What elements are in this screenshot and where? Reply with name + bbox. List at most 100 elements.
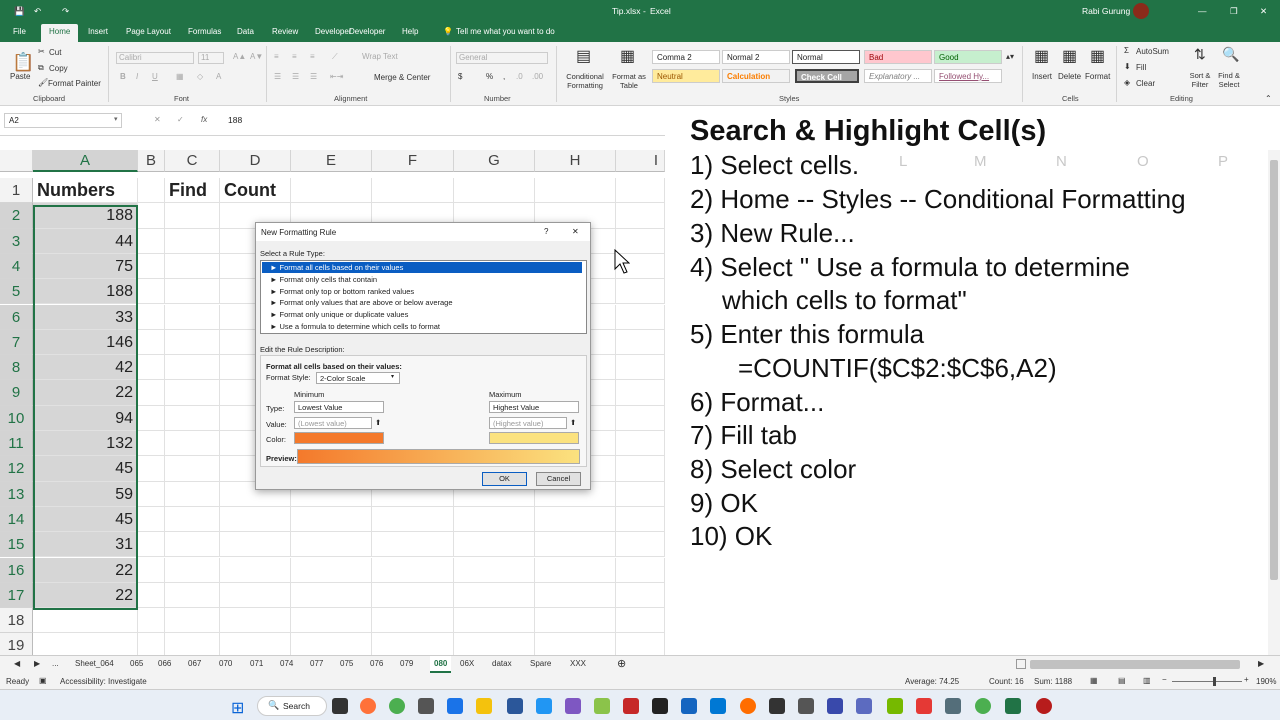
format-as-table-button[interactable]: Format as Table [610,72,648,90]
cell[interactable] [220,582,291,609]
sheet-tab[interactable]: ... [52,659,59,668]
cell[interactable] [138,253,165,280]
row-header[interactable]: 14 [0,506,33,533]
cell[interactable]: Find [165,178,220,204]
cell[interactable] [165,279,220,305]
next-sheet-icon[interactable]: ▶ [34,659,40,668]
align-right-icon[interactable]: ☰ [310,72,317,81]
bold-icon[interactable]: B [120,72,126,81]
cell[interactable]: 44 [33,228,138,254]
sort-filter-button[interactable]: Sort & Filter [1186,71,1214,89]
app-icon[interactable] [916,698,932,714]
cell[interactable] [291,178,372,204]
format-painter-icon[interactable]: 🖌 [38,78,48,87]
cell[interactable] [138,582,165,609]
cell[interactable] [165,582,220,609]
autosum-icon[interactable]: Σ [1124,46,1129,55]
excel-icon[interactable] [1005,698,1021,714]
cell[interactable] [165,532,220,558]
cell[interactable] [165,380,220,406]
sheet-tab[interactable]: 067 [188,659,201,668]
delete-cells-icon[interactable]: ▦ [1062,46,1077,66]
row-header[interactable]: 17 [0,582,33,609]
sheet-tab[interactable]: datax [492,659,512,668]
rule-type-item[interactable]: ► Use a formula to determine which cells… [262,321,582,332]
cell[interactable] [165,431,220,457]
rule-type-item[interactable]: ► Format only cells that contain [262,274,582,285]
cell[interactable] [165,506,220,533]
shrink-font-icon[interactable]: A▼ [250,52,263,61]
row-header[interactable]: 15 [0,532,33,558]
underline-icon[interactable]: U [152,72,158,81]
row-header[interactable]: 10 [0,405,33,431]
sheet-tab[interactable]: Spare [530,659,551,668]
percent-icon[interactable]: % [486,72,493,81]
rule-type-item[interactable]: ► Format only unique or duplicate values [262,309,582,320]
column-header[interactable]: H [535,150,616,172]
page-break-view-icon[interactable]: ▥ [1143,676,1151,685]
format-painter-button[interactable]: Format Painter [48,79,101,88]
add-sheet-icon[interactable]: ⊕ [617,657,626,670]
cell[interactable] [616,431,665,457]
cell[interactable]: 132 [33,431,138,457]
cell[interactable] [454,557,535,583]
format-as-table-icon[interactable]: ▦ [620,46,635,66]
paste-icon[interactable]: 📋 [12,52,34,73]
scroll-right-icon[interactable]: ▶ [1258,659,1264,668]
cell[interactable] [138,532,165,558]
cell[interactable] [165,355,220,381]
range-picker-icon[interactable]: ⬆ [570,418,576,427]
sheet-tab[interactable]: 071 [250,659,263,668]
format-cells-button[interactable]: Format [1085,72,1110,81]
cancel-button[interactable]: Cancel [536,472,581,486]
align-top-icon[interactable]: ≡ [274,52,279,61]
firefox-icon[interactable] [360,698,376,714]
cell[interactable] [291,582,372,609]
cell[interactable] [454,178,535,204]
tab-review[interactable]: Review [272,27,298,36]
copy-button[interactable]: Copy [49,64,68,73]
cell[interactable] [616,355,665,381]
app-icon[interactable] [798,698,814,714]
cell[interactable]: 33 [33,304,138,330]
cell[interactable]: Count [220,178,291,204]
cell[interactable] [616,481,665,507]
cell[interactable] [372,532,454,558]
align-middle-icon[interactable]: ≡ [292,52,297,61]
app-icon[interactable] [827,698,843,714]
cell[interactable] [454,506,535,533]
clear-icon[interactable]: ◈ [1124,78,1130,87]
format-style-select[interactable]: 2-Color Scale [316,372,400,384]
cell[interactable] [165,456,220,482]
scroll-left-icon[interactable] [1016,659,1026,669]
teams-icon[interactable] [856,698,872,714]
cell[interactable] [372,608,454,634]
cell[interactable] [372,506,454,533]
delete-cells-button[interactable]: Delete [1058,72,1081,81]
insert-cells-icon[interactable]: ▦ [1034,46,1049,66]
app-icon[interactable] [740,698,756,714]
close-icon[interactable]: ✕ [1260,6,1267,17]
fill-button[interactable]: Fill [1136,63,1146,72]
font-size-box[interactable]: 11 [198,52,224,64]
name-box-dropdown-icon[interactable]: ▾ [114,115,118,123]
tab-data[interactable]: Data [237,27,254,36]
app-icon[interactable] [1036,698,1052,714]
previous-sheet-icon[interactable]: ◀ [14,659,20,668]
style-explanatory[interactable]: Explanatory ... [864,69,932,83]
sheet-tab[interactable]: 066 [158,659,171,668]
cell[interactable] [291,506,372,533]
row-header[interactable]: 16 [0,557,33,583]
collapse-ribbon-icon[interactable]: ⌃ [1265,94,1272,103]
borders-icon[interactable]: ▦ [176,72,184,81]
cell[interactable] [372,178,454,204]
insert-cells-button[interactable]: Insert [1032,72,1052,81]
zoom-out-icon[interactable]: − [1162,675,1167,684]
style-normal-2[interactable]: Normal 2 [722,50,790,64]
sheet-tab[interactable]: 080 [430,656,452,673]
cell[interactable]: 188 [33,203,138,229]
column-header[interactable]: C [165,150,220,172]
cell[interactable] [138,431,165,457]
cell[interactable] [372,582,454,609]
cell[interactable] [616,329,665,356]
